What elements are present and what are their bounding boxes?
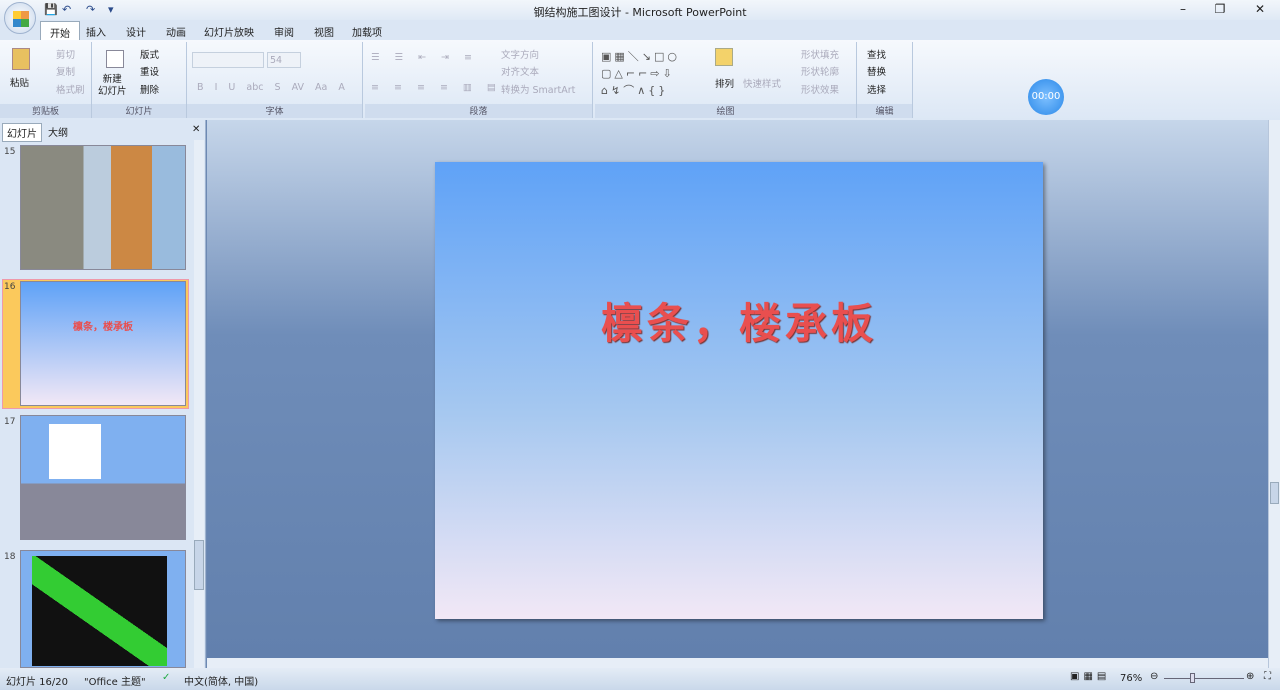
align-buttons[interactable]: ≡ ≡ ≡ ≡ ▥ ▤	[371, 82, 502, 93]
slide-thumbnail-16[interactable]: 檩条，楼承板	[20, 281, 186, 406]
shape-effects-button[interactable]: 形状效果	[801, 82, 839, 96]
font-color-button[interactable]: A	[338, 82, 345, 93]
save-icon[interactable]: 💾	[44, 3, 58, 16]
window-title: 钢结构施工图设计 - Microsoft PowerPoint	[533, 6, 747, 19]
redo-icon[interactable]: ↷	[86, 3, 95, 16]
format-painter-button[interactable]: 格式刷	[56, 82, 85, 96]
underline-button[interactable]: U	[228, 82, 235, 93]
font-size-input[interactable]: 54	[267, 52, 301, 68]
slide-number: 17	[4, 417, 16, 427]
new-slide-icon	[106, 50, 124, 68]
close-button[interactable]: ✕	[1245, 2, 1275, 16]
delete-button[interactable]: 删除	[140, 82, 159, 96]
horizontal-scrollbar[interactable]	[207, 658, 1268, 668]
shape-outline-button[interactable]: 形状轮廓	[801, 64, 839, 78]
view-buttons[interactable]: ▣▦▤	[1070, 671, 1110, 682]
slide-number: 18	[4, 552, 16, 562]
group-label: 剪贴板	[0, 104, 91, 118]
title-bar: 钢结构施工图设计 - Microsoft PowerPoint 💾 ↶ ↷ ▾ …	[0, 0, 1280, 20]
paste-button[interactable]: 粘贴	[10, 75, 29, 89]
theme-name: "Office 主题"	[84, 677, 146, 688]
tab-design[interactable]: 设计	[120, 23, 152, 40]
group-label: 段落	[365, 104, 592, 118]
shadow-button[interactable]: S	[275, 82, 281, 93]
thumbnail-title: 檩条，楼承板	[73, 322, 133, 333]
zoom-in-icon[interactable]: ⊕	[1246, 671, 1254, 682]
new-slide-button[interactable]: 新建 幻灯片	[98, 74, 127, 98]
find-button[interactable]: 查找	[867, 47, 886, 61]
group-label: 字体	[187, 104, 362, 118]
paragraph-group: ☰ ☰ ⇤ ⇥ ≡ ≡ ≡ ≡ ≡ ▥ ▤ 文字方向 对齐文本 转换为 Smar…	[365, 42, 593, 118]
slide-thumbnail-15[interactable]	[20, 145, 186, 270]
quick-styles-button[interactable]: 快速样式	[743, 76, 781, 90]
vertical-scrollbar[interactable]	[1268, 120, 1280, 668]
ribbon-tabs: 开始 插入 设计 动画 幻灯片放映 审阅 视图 加载项	[0, 20, 1280, 43]
slide-thumbnail-17[interactable]	[20, 415, 186, 540]
text-direction-button[interactable]: 文字方向	[501, 47, 539, 61]
office-logo-icon	[13, 11, 29, 27]
zoom-slider[interactable]	[1164, 678, 1244, 679]
drawing-group: ▣▦＼↘□○ ▢△⌐⌐⇨⇩ ⌂↯⌒∧{} 排列 快速样式 形状填充 形状轮廓 形状效…	[595, 42, 857, 118]
tab-addins[interactable]: 加载项	[346, 23, 388, 40]
tab-insert[interactable]: 插入	[80, 23, 112, 40]
italic-button[interactable]: I	[215, 82, 218, 93]
undo-icon[interactable]: ↶	[62, 3, 71, 16]
fit-to-window-icon[interactable]: ⛶	[1264, 671, 1271, 682]
restore-button[interactable]: ❐	[1205, 2, 1235, 16]
font-name-input[interactable]	[192, 52, 264, 68]
recording-timer: 00:00	[1028, 79, 1064, 115]
zoom-out-icon[interactable]: ⊖	[1150, 671, 1158, 682]
group-label: 编辑	[857, 104, 912, 118]
reset-button[interactable]: 重设	[140, 64, 159, 78]
clipboard-group: 粘贴 剪切 复制 格式刷 剪贴板	[0, 42, 92, 118]
tab-view[interactable]: 视图	[308, 23, 340, 40]
list-buttons[interactable]: ☰ ☰ ⇤ ⇥ ≡	[371, 52, 478, 63]
shape-fill-button[interactable]: 形状填充	[801, 47, 839, 61]
bold-button[interactable]: B	[197, 82, 204, 93]
status-bar: 幻灯片 16/20 "Office 主题" ✓ 中文(简体, 中国) ▣▦▤ 7…	[0, 668, 1280, 690]
office-button[interactable]	[4, 2, 36, 34]
arrange-button[interactable]: 排列	[715, 76, 734, 90]
paste-icon	[12, 48, 30, 70]
customize-qat-icon[interactable]: ▾	[108, 3, 114, 16]
ribbon: 粘贴 剪切 复制 格式刷 剪贴板 新建 幻灯片 版式 重设 删除 幻灯片 54 …	[0, 40, 1280, 120]
change-case-button[interactable]: Aa	[315, 82, 327, 93]
close-pane-icon[interactable]: ✕	[188, 123, 204, 136]
layout-button[interactable]: 版式	[140, 47, 159, 61]
current-slide[interactable]: 檩条，楼承板	[435, 162, 1043, 619]
slides-group: 新建 幻灯片 版式 重设 删除 幻灯片	[92, 42, 187, 118]
shapes-gallery[interactable]: ▣▦＼↘□○ ▢△⌐⌐⇨⇩ ⌂↯⌒∧{}	[601, 48, 680, 99]
smartart-button[interactable]: 转换为 SmartArt	[501, 82, 575, 96]
pane-scrollbar[interactable]	[194, 140, 204, 668]
slide-number: 16	[4, 282, 16, 292]
editing-group: 查找 替换 选择 编辑	[857, 42, 913, 118]
copy-button[interactable]: 复制	[56, 64, 75, 78]
font-group: 54 B I U abc S AV Aa A 字体	[187, 42, 363, 118]
tab-outline[interactable]: 大纲	[44, 123, 72, 140]
slide-counter: 幻灯片 16/20	[6, 677, 68, 688]
align-text-button[interactable]: 对齐文本	[501, 64, 539, 78]
tab-slideshow[interactable]: 幻灯片放映	[198, 23, 260, 40]
arrange-icon	[715, 48, 733, 66]
minimize-button[interactable]: –	[1168, 2, 1198, 16]
spacing-button[interactable]: AV	[292, 82, 304, 93]
tab-animation[interactable]: 动画	[160, 23, 192, 40]
language-indicator[interactable]: 中文(简体, 中国)	[184, 673, 258, 688]
tab-review[interactable]: 审阅	[268, 23, 300, 40]
zoom-slider-thumb[interactable]	[1190, 673, 1195, 683]
slide-title[interactable]: 檩条，楼承板	[435, 290, 1043, 351]
slide-thumbnail-18[interactable]	[20, 550, 186, 668]
group-label: 绘图	[595, 104, 856, 118]
strikethrough-button[interactable]: abc	[246, 82, 263, 93]
slide-number: 15	[4, 147, 16, 157]
tab-slides[interactable]: 幻灯片	[2, 123, 42, 142]
group-label: 幻灯片	[92, 104, 186, 118]
cut-button[interactable]: 剪切	[56, 47, 75, 61]
replace-button[interactable]: 替换	[867, 64, 886, 78]
select-button[interactable]: 选择	[867, 82, 886, 96]
spellcheck-icon[interactable]: ✓	[162, 672, 170, 683]
zoom-level[interactable]: 76%	[1120, 673, 1142, 684]
